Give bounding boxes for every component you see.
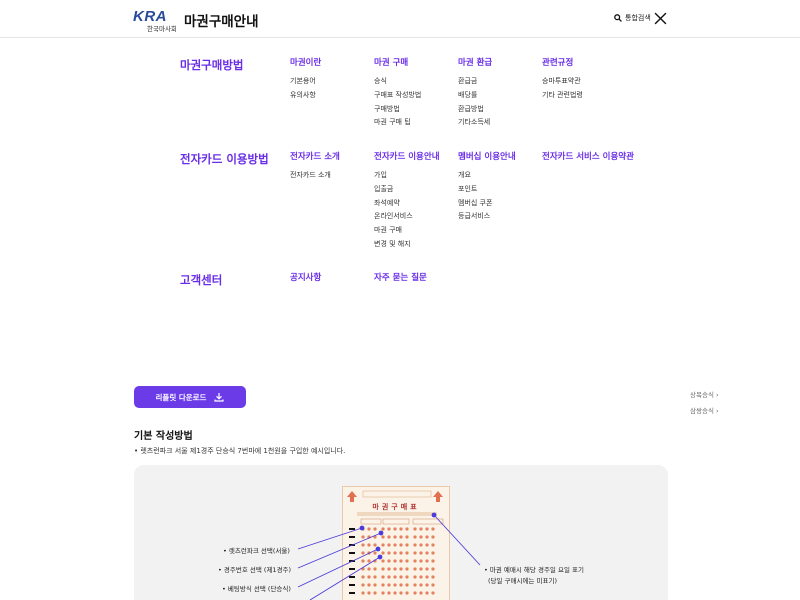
page-title: 마권구매안내: [184, 14, 259, 30]
column-head[interactable]: 관련규정: [542, 56, 583, 68]
search-label: 통합검색: [625, 14, 651, 22]
menu-item[interactable]: 입출금: [374, 183, 440, 197]
menu-item[interactable]: 구매표 작성방법: [374, 89, 421, 103]
side-link-label: 상복승식: [690, 391, 714, 399]
annotation-racecourse: • 렛츠런파크 선택(서울): [223, 547, 290, 555]
menu-item[interactable]: 포인트: [458, 183, 516, 197]
basic-description: • 렛츠런파크 서울 제1경주 단승식 7번마에 1천원을 구입한 예시입니다.: [134, 447, 346, 455]
menu-item[interactable]: 기타소득세: [458, 116, 492, 130]
section-title[interactable]: 고객센터: [180, 272, 222, 288]
basic-title: 기본 작성방법: [134, 431, 193, 442]
column-head[interactable]: 마권 환급: [458, 56, 492, 68]
column-head[interactable]: 전자카드 서비스 이용약관: [542, 150, 634, 162]
menu-column: 자주 묻는 질문: [374, 271, 427, 290]
header: KRA 한국마사회 마권구매안내 통합검색: [0, 0, 800, 38]
close-icon[interactable]: [654, 12, 667, 25]
section-title[interactable]: 전자카드 이용방법: [180, 151, 269, 167]
download-label: 리플릿 다운로드: [155, 392, 207, 402]
menu-item[interactable]: 승마투표약관: [542, 75, 583, 89]
menu-column: 멤버십 이용안내 개요 포인트 멤버십 쿠폰 등급서비스: [458, 150, 516, 224]
side-link[interactable]: 삼쌍승식 ›: [690, 405, 719, 415]
column-head[interactable]: 마권 구매: [374, 56, 421, 68]
search-button[interactable]: 통합검색: [614, 13, 651, 23]
menu-item[interactable]: 멤버십 쿠폰: [458, 197, 516, 211]
menu-item[interactable]: 등급서비스: [458, 210, 516, 224]
menu-item[interactable]: 좌석예약: [374, 197, 440, 211]
menu-item[interactable]: 환급금: [458, 75, 492, 89]
menu-item[interactable]: 가입: [374, 169, 440, 183]
menu-column: 마권 구매 승식 구매표 작성방법 구매방법 마권 구매 팁: [374, 56, 421, 130]
menu-item[interactable]: 배당률: [458, 89, 492, 103]
download-icon: [214, 393, 225, 402]
menu-item[interactable]: 환급방법: [458, 103, 492, 117]
menu-column: 공지사항: [290, 271, 321, 290]
menu-column: 전자카드 이용안내 가입 입출금 좌석예약 온라인서비스 마권 구매 변경 및 …: [374, 150, 440, 252]
menu-column: 전자카드 서비스 이용약관: [542, 150, 634, 169]
menu-item[interactable]: 기타 관련법령: [542, 89, 583, 103]
column-head[interactable]: 마권이란: [290, 56, 321, 68]
logo-subtext: 한국마사회: [147, 25, 177, 33]
menu-item[interactable]: 마권 구매 팁: [374, 116, 421, 130]
section-title[interactable]: 마권구매방법: [180, 57, 243, 73]
menu-item[interactable]: 마권 구매: [374, 224, 440, 238]
column-head[interactable]: 멤버십 이용안내: [458, 150, 516, 162]
side-link[interactable]: 상복승식 ›: [690, 389, 719, 399]
menu-column: 전자카드 소개 전자카드 소개: [290, 150, 340, 183]
column-head[interactable]: 공지사항: [290, 271, 321, 283]
side-link-label: 삼쌍승식: [690, 407, 714, 415]
example-panel: 마권구매표 • 렛츠런파크 선택(서울) • 경주번호 선택 (제1경주) • …: [134, 465, 668, 600]
menu-item[interactable]: 변경 및 해지: [374, 238, 440, 252]
menu-column: 관련규정 승마투표약관 기타 관련법령: [542, 56, 583, 103]
annotation-race-number: • 경주번호 선택 (제1경주): [218, 566, 292, 574]
menu-item[interactable]: 기본용어: [290, 75, 321, 89]
annotation-weekday-note: (당일 구매시에는 미표기): [488, 577, 558, 585]
annotation-lines: [297, 512, 481, 600]
leaflet-download-button[interactable]: 리플릿 다운로드: [134, 386, 246, 408]
column-head[interactable]: 전자카드 이용안내: [374, 150, 440, 162]
menu-item[interactable]: 전자카드 소개: [290, 169, 340, 183]
annotation-bet-type: • 베팅방식 선택 (단승식): [222, 585, 291, 593]
annotation-weekday: • 마권 예매시 해당 경주일 요일 표기: [484, 566, 584, 574]
menu-item[interactable]: 승식: [374, 75, 421, 89]
kra-logo[interactable]: KRA 한국마사회: [133, 8, 179, 33]
menu-item[interactable]: 온라인서비스: [374, 210, 440, 224]
menu-column: 마권 환급 환급금 배당률 환급방법 기타소득세: [458, 56, 492, 130]
search-icon: [614, 14, 622, 22]
menu-item[interactable]: 유의사항: [290, 89, 321, 103]
menu-column: 마권이란 기본용어 유의사항: [290, 56, 321, 103]
menu-item[interactable]: 구매방법: [374, 103, 421, 117]
column-head[interactable]: 전자카드 소개: [290, 150, 340, 162]
column-head[interactable]: 자주 묻는 질문: [374, 271, 427, 283]
menu-item[interactable]: 개요: [458, 169, 516, 183]
